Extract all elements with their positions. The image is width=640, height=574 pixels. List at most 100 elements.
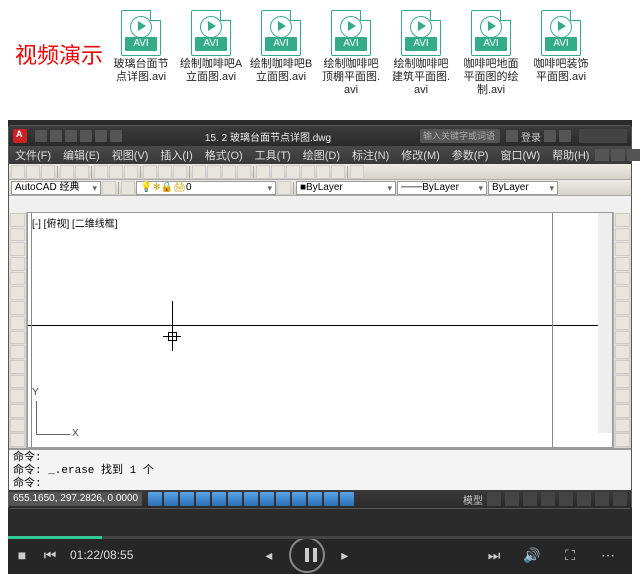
tb-save-icon[interactable] bbox=[41, 165, 55, 179]
stop-button[interactable]: ■ bbox=[8, 541, 36, 569]
offset-icon[interactable] bbox=[615, 257, 630, 271]
sc-icon[interactable] bbox=[340, 492, 354, 506]
lineweight-combo[interactable]: ByLayer bbox=[488, 181, 558, 195]
tb-new-icon[interactable] bbox=[11, 165, 25, 179]
extend-icon[interactable] bbox=[615, 360, 630, 374]
avi-file[interactable]: AVI绘制咖啡吧B立面图.avi bbox=[249, 10, 313, 97]
tb-help-icon[interactable] bbox=[350, 165, 364, 179]
copy-icon[interactable] bbox=[615, 228, 630, 242]
lock-ui-icon[interactable] bbox=[559, 492, 573, 506]
autocad-logo-icon[interactable] bbox=[13, 129, 27, 143]
join-icon[interactable] bbox=[615, 389, 630, 403]
tb-zoom-icon[interactable] bbox=[207, 165, 221, 179]
tb-sheetset-icon[interactable] bbox=[301, 165, 315, 179]
menu-window[interactable]: 窗口(W) bbox=[494, 147, 546, 163]
prev-button[interactable]: ⏮ bbox=[36, 541, 64, 569]
settings-button[interactable]: ⋯ bbox=[594, 541, 622, 569]
mdi-close-icon[interactable] bbox=[627, 149, 640, 161]
menu-dimension[interactable]: 标注(N) bbox=[346, 147, 395, 163]
hardware-accel-icon[interactable] bbox=[577, 492, 591, 506]
avi-file[interactable]: AVI绘制咖啡吧A立面图.avi bbox=[179, 10, 243, 97]
clean-screen-icon[interactable] bbox=[613, 492, 627, 506]
move-icon[interactable] bbox=[615, 286, 630, 300]
tb-print-icon[interactable] bbox=[60, 165, 74, 179]
menu-draw[interactable]: 绘图(D) bbox=[297, 147, 346, 163]
line-icon[interactable] bbox=[10, 213, 25, 227]
progress-bar[interactable] bbox=[8, 536, 632, 539]
tpy-icon[interactable] bbox=[308, 492, 322, 506]
grid-icon[interactable] bbox=[164, 492, 178, 506]
minimize-button[interactable] bbox=[579, 129, 595, 143]
menu-insert[interactable]: 插入(I) bbox=[154, 147, 198, 163]
construction-line-icon[interactable] bbox=[10, 228, 25, 242]
fullscreen-button[interactable]: ⛶ bbox=[556, 541, 584, 569]
avi-file[interactable]: AVI绘制咖啡吧建筑平面图.avi bbox=[389, 10, 453, 97]
tb-properties-icon[interactable] bbox=[256, 165, 270, 179]
fillet-icon[interactable] bbox=[615, 419, 630, 433]
hatch-icon[interactable] bbox=[10, 389, 25, 403]
insert-block-icon[interactable] bbox=[10, 345, 25, 359]
region-icon[interactable] bbox=[10, 404, 25, 418]
stretch-icon[interactable] bbox=[615, 331, 630, 345]
exchange-icon[interactable] bbox=[544, 130, 556, 142]
close-button[interactable] bbox=[611, 129, 627, 143]
layer-prev-icon[interactable] bbox=[277, 181, 291, 195]
tb-preview-icon[interactable] bbox=[75, 165, 89, 179]
workspace-switching-icon[interactable] bbox=[541, 492, 555, 506]
spline-icon[interactable] bbox=[10, 316, 25, 330]
tb-designcenter-icon[interactable] bbox=[271, 165, 285, 179]
tb-zoomprev-icon[interactable] bbox=[222, 165, 236, 179]
volume-button[interactable]: 🔊 bbox=[518, 541, 546, 569]
ortho-icon[interactable] bbox=[180, 492, 194, 506]
trim-icon[interactable] bbox=[615, 345, 630, 359]
layer-combo[interactable]: 💡❄🔒🖨 0 bbox=[136, 181, 276, 195]
user-icon[interactable] bbox=[506, 130, 518, 142]
rotate-icon[interactable] bbox=[615, 301, 630, 315]
forward-button[interactable]: ▸ bbox=[331, 541, 359, 569]
menu-view[interactable]: 视图(V) bbox=[106, 147, 155, 163]
command-line[interactable]: 命令: 命令: _.erase 找到 1 个 命令: bbox=[9, 448, 631, 490]
qat-redo-icon[interactable] bbox=[95, 130, 107, 142]
cad-help-search[interactable]: 输入关键字或词语 bbox=[420, 129, 500, 143]
tb-pan-icon[interactable] bbox=[192, 165, 206, 179]
tb-calc-icon[interactable] bbox=[331, 165, 345, 179]
tb-open-icon[interactable] bbox=[26, 165, 40, 179]
avi-file[interactable]: AVI咖啡吧地面平面图的绘制.avi bbox=[459, 10, 523, 97]
arc-icon[interactable] bbox=[10, 286, 25, 300]
menu-tools[interactable]: 工具(T) bbox=[249, 147, 297, 163]
pause-button[interactable] bbox=[289, 537, 325, 573]
avi-file[interactable]: AVI玻璃台面节点详图.avi bbox=[109, 10, 173, 97]
qat-undo-icon[interactable] bbox=[80, 130, 92, 142]
dyn-icon[interactable] bbox=[276, 492, 290, 506]
annotation-scale-icon[interactable] bbox=[523, 492, 537, 506]
viewport-label[interactable]: [-] [俯视] [二维线框] bbox=[32, 215, 118, 230]
table-icon[interactable] bbox=[10, 419, 25, 433]
scale-icon[interactable] bbox=[615, 316, 630, 330]
osnap-icon[interactable] bbox=[212, 492, 226, 506]
coordinate-readout[interactable]: 655.1650, 297.2826, 0.0000 bbox=[9, 492, 142, 506]
3dosnap-icon[interactable] bbox=[228, 492, 242, 506]
ducs-icon[interactable] bbox=[260, 492, 274, 506]
rewind-button[interactable]: ◂ bbox=[255, 541, 283, 569]
linetype-combo[interactable]: ─── ByLayer bbox=[397, 181, 487, 195]
menu-edit[interactable]: 编辑(E) bbox=[57, 147, 106, 163]
lwt-icon[interactable] bbox=[292, 492, 306, 506]
tb-cut-icon[interactable] bbox=[94, 165, 108, 179]
ellipse-icon[interactable] bbox=[10, 331, 25, 345]
help-icon[interactable] bbox=[559, 130, 571, 142]
avi-file[interactable]: AVI绘制咖啡吧顶棚平面图.avi bbox=[319, 10, 383, 97]
avi-file[interactable]: AVI咖啡吧装饰平面图.avi bbox=[529, 10, 593, 97]
erase-icon[interactable] bbox=[615, 213, 630, 227]
isolate-objects-icon[interactable] bbox=[595, 492, 609, 506]
mdi-min-icon[interactable] bbox=[595, 149, 609, 161]
menu-file[interactable]: 文件(F) bbox=[9, 147, 57, 163]
qat-open-icon[interactable] bbox=[50, 130, 62, 142]
make-block-icon[interactable] bbox=[10, 360, 25, 374]
qat-save-icon[interactable] bbox=[65, 130, 77, 142]
rectangle-icon[interactable] bbox=[10, 272, 25, 286]
quickview-drawings-icon[interactable] bbox=[505, 492, 519, 506]
break-icon[interactable] bbox=[615, 375, 630, 389]
menu-parametric[interactable]: 参数(P) bbox=[446, 147, 495, 163]
maximize-button[interactable] bbox=[595, 129, 611, 143]
polygon-icon[interactable] bbox=[10, 257, 25, 271]
